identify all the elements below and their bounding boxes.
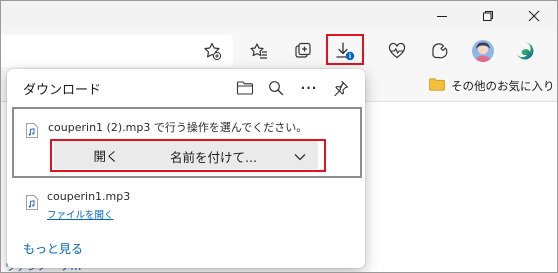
- other-favorites-label: その他のお気に入り: [451, 79, 555, 93]
- restore-icon[interactable]: [465, 1, 511, 31]
- see-more-link[interactable]: もっと見る: [23, 240, 83, 257]
- profile-avatar[interactable]: [467, 37, 499, 65]
- downloads-title: ダウンロード: [23, 83, 102, 98]
- health-icon[interactable]: [381, 37, 413, 65]
- search-icon[interactable]: [264, 77, 288, 99]
- more-icon[interactable]: ···: [297, 77, 321, 99]
- browser-window: その他のお気に入り ウァンノ・ソm ダウンロード ··· couperin1 (…: [0, 0, 558, 273]
- collections-icon[interactable]: [287, 37, 319, 65]
- extensions-icon[interactable]: [423, 37, 455, 65]
- add-favorite-icon[interactable]: [196, 37, 228, 65]
- open-file-link[interactable]: ファイルを開く: [47, 207, 114, 221]
- pin-icon[interactable]: [329, 77, 353, 99]
- edge-copilot-icon[interactable]: [509, 37, 541, 65]
- download-filename[interactable]: couperin1.mp3: [47, 190, 130, 203]
- audio-file-icon: [26, 123, 38, 138]
- favorites-icon[interactable]: [243, 37, 275, 65]
- download-prompt: couperin1 (2).mp3 で行う操作を選んでください。: [48, 121, 308, 134]
- other-favorites-folder[interactable]: その他のお気に入り: [429, 77, 555, 95]
- browser-toolbar: [1, 31, 557, 71]
- folder-icon: [429, 78, 445, 94]
- downloads-panel: ダウンロード ··· couperin1 (2).mp3 で行う操作を選んでくだ…: [7, 69, 365, 268]
- downloads-highlight-box: [326, 34, 364, 65]
- title-bar: [1, 1, 557, 31]
- audio-file-icon: [26, 195, 38, 210]
- open-folder-icon[interactable]: [233, 77, 257, 99]
- action-buttons-highlight-box: [50, 139, 326, 172]
- minimize-icon[interactable]: [419, 1, 465, 31]
- close-icon[interactable]: [511, 1, 557, 31]
- download-item-active: couperin1 (2).mp3 で行う操作を選んでください。 開く 名前を付…: [12, 107, 362, 178]
